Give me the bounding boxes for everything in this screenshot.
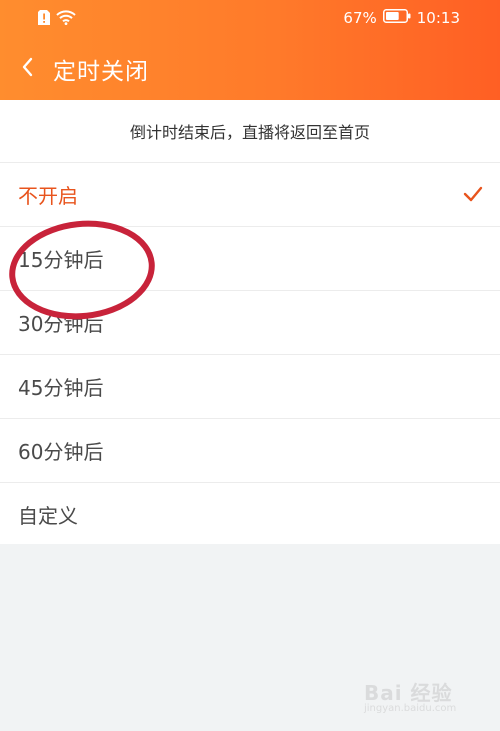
option-15-min[interactable]: 15分钟后 [0, 227, 500, 291]
sim-alert-icon [38, 10, 50, 29]
option-off[interactable]: 不开启 [0, 163, 500, 227]
check-icon [462, 183, 484, 205]
wifi-icon [56, 10, 76, 29]
page-title: 定时关闭 [53, 59, 149, 85]
battery-icon [382, 9, 411, 27]
option-label: 15分钟后 [18, 248, 104, 272]
option-45-min[interactable]: 45分钟后 [0, 355, 500, 419]
options-panel: 倒计时结束后，直播将返回至首页 不开启 15分钟后 30分钟后 45分钟后 60… [0, 100, 500, 544]
watermark-brand: Bai 经验 [364, 681, 453, 705]
timer-options-list: 不开启 15分钟后 30分钟后 45分钟后 60分钟后 自定义 [0, 163, 500, 546]
status-bar: 67% 10:13 [0, 0, 500, 38]
clock: 10:13 [416, 9, 460, 27]
option-label: 自定义 [18, 504, 78, 528]
status-bar-right: 67% 10:13 [343, 9, 460, 27]
back-button[interactable] [14, 54, 40, 84]
option-label: 30分钟后 [18, 312, 104, 336]
header: 67% 10:13 定时关闭 [0, 0, 500, 100]
option-30-min[interactable]: 30分钟后 [0, 291, 500, 355]
status-bar-left [38, 10, 76, 29]
option-label: 60分钟后 [18, 440, 104, 464]
chevron-left-icon [20, 56, 34, 82]
option-label: 45分钟后 [18, 376, 104, 400]
watermark: Bai 经验 jingyan.baidu.com [356, 677, 476, 717]
option-60-min[interactable]: 60分钟后 [0, 419, 500, 483]
watermark-url: jingyan.baidu.com [364, 703, 457, 714]
nav-bar: 定时关闭 [0, 38, 500, 100]
option-custom[interactable]: 自定义 [0, 483, 500, 546]
battery-percent: 67% [343, 9, 377, 27]
notice-text: 倒计时结束后，直播将返回至首页 [0, 100, 500, 163]
option-label: 不开启 [18, 184, 78, 208]
